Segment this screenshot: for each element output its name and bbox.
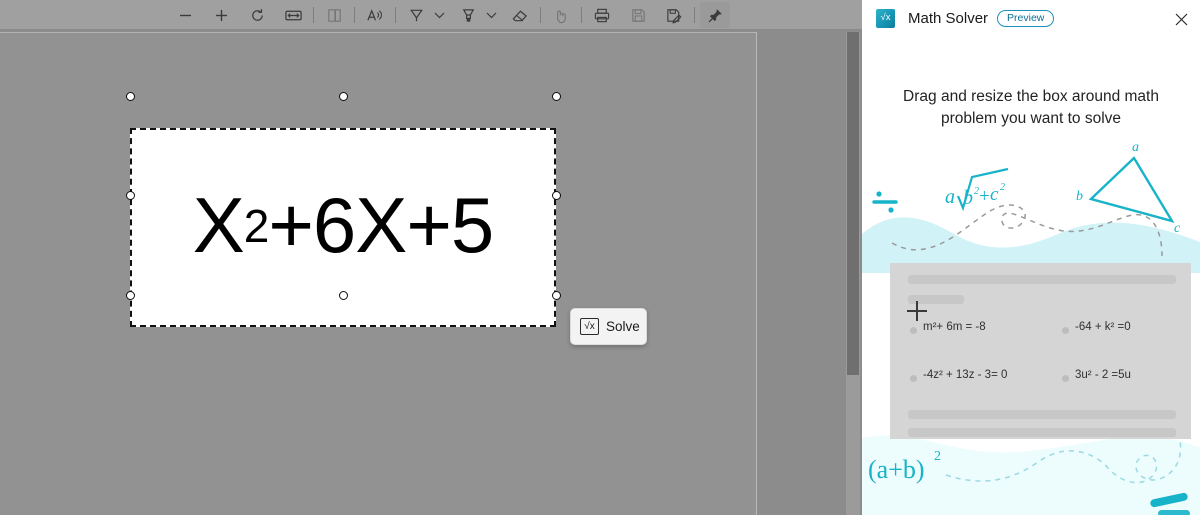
equation-bullet (1062, 327, 1069, 334)
selection-handle-bottom-left[interactable] (125, 290, 135, 300)
equation-base: X (192, 181, 245, 269)
document-page[interactable]: X 2 +6X+5 (0, 32, 757, 515)
svg-text:a: a (1132, 140, 1139, 155)
illustration-equation: -64 + k² =0 (1075, 321, 1131, 333)
solve-button-label: Solve (606, 319, 640, 334)
selection-handle-bottom-right[interactable] (551, 290, 561, 300)
fit-to-width-icon[interactable] (278, 2, 308, 28)
svg-text:b: b (963, 187, 973, 209)
svg-text:b: b (1076, 189, 1083, 204)
svg-text:2: 2 (934, 449, 941, 464)
text-select-icon[interactable] (546, 2, 576, 28)
erase-icon[interactable] (505, 2, 535, 28)
math-solver-screen: X 2 +6X+5 √x Solve √x Math Solver Preview (0, 0, 1200, 515)
math-solver-app-icon: √x (876, 8, 895, 28)
draw-pen-icon[interactable] (401, 2, 431, 28)
pdf-viewer: X 2 +6X+5 √x Solve (0, 0, 862, 515)
panel-title: Math Solver (908, 9, 989, 27)
math-solver-icon: √x (580, 318, 599, 335)
svg-text:(a+b): (a+b) (868, 455, 925, 484)
highlight-options-caret-icon[interactable] (483, 2, 499, 28)
skeleton-line (908, 275, 1176, 284)
skeleton-line (908, 410, 1176, 419)
selection-handle-middle-right[interactable] (551, 191, 561, 200)
selection-handle-top-left[interactable] (125, 91, 135, 101)
vertical-scrollbar[interactable] (846, 32, 860, 515)
equation-bullet (910, 375, 917, 382)
illustration-equation: 3u² - 2 =5u (1075, 369, 1131, 381)
math-solver-panel: √x Math Solver Preview Drag and resize t… (862, 0, 1200, 515)
triangle-shape (1088, 156, 1175, 223)
save-as-icon[interactable] (659, 2, 689, 28)
illustration-equation: -4z² + 13z - 3= 0 (923, 369, 1008, 381)
equation-bullet (910, 327, 917, 334)
close-icon[interactable] (1170, 8, 1192, 30)
math-illustration: a b 2 + c 2 a b c (a+b) 2 m²+ 6m = -8 -6… (862, 138, 1200, 515)
save-icon[interactable] (623, 2, 653, 28)
panel-header: √x Math Solver Preview (862, 0, 1200, 36)
decor-bar-bottom (1158, 510, 1190, 515)
pin-icon[interactable] (700, 2, 730, 28)
skeleton-line (908, 428, 1176, 437)
svg-text:+: + (979, 186, 990, 207)
triangle-labels: a b c (1076, 140, 1181, 236)
illustration-card: m²+ 6m = -8 -64 + k² =0 -4z² + 13z - 3= … (890, 263, 1191, 439)
draw-options-caret-icon[interactable] (431, 2, 447, 28)
equation-bullet (1062, 375, 1069, 382)
radical-expression: a b 2 + c 2 (945, 167, 1009, 212)
print-icon[interactable] (587, 2, 617, 28)
illustration-equation: m²+ 6m = -8 (923, 321, 986, 333)
equation-rest: +6X+5 (268, 181, 494, 269)
pdf-toolbar (0, 0, 862, 30)
solve-button[interactable]: √x Solve (570, 308, 647, 345)
rotate-icon[interactable] (242, 2, 272, 28)
zoom-out-icon[interactable] (170, 2, 200, 28)
selection-handle-top-right[interactable] (551, 91, 561, 101)
zoom-in-icon[interactable] (206, 2, 236, 28)
selection-handle-bottom-center[interactable] (338, 290, 348, 300)
svg-text:c: c (990, 184, 999, 205)
svg-text:a: a (945, 186, 955, 208)
read-aloud-icon[interactable] (360, 2, 390, 28)
vertical-scrollbar-thumb[interactable] (847, 32, 859, 375)
highlight-icon[interactable] (453, 2, 483, 28)
svg-text:c: c (1174, 221, 1181, 236)
svg-text:2: 2 (1000, 182, 1005, 193)
page-view-icon[interactable] (319, 2, 349, 28)
selection-handle-top-center[interactable] (338, 91, 348, 101)
selection-handle-middle-left[interactable] (125, 191, 135, 200)
panel-instruction-text: Drag and resize the box around math prob… (903, 88, 1159, 127)
preview-badge: Preview (997, 9, 1055, 27)
crosshair-cursor-icon (907, 301, 927, 321)
